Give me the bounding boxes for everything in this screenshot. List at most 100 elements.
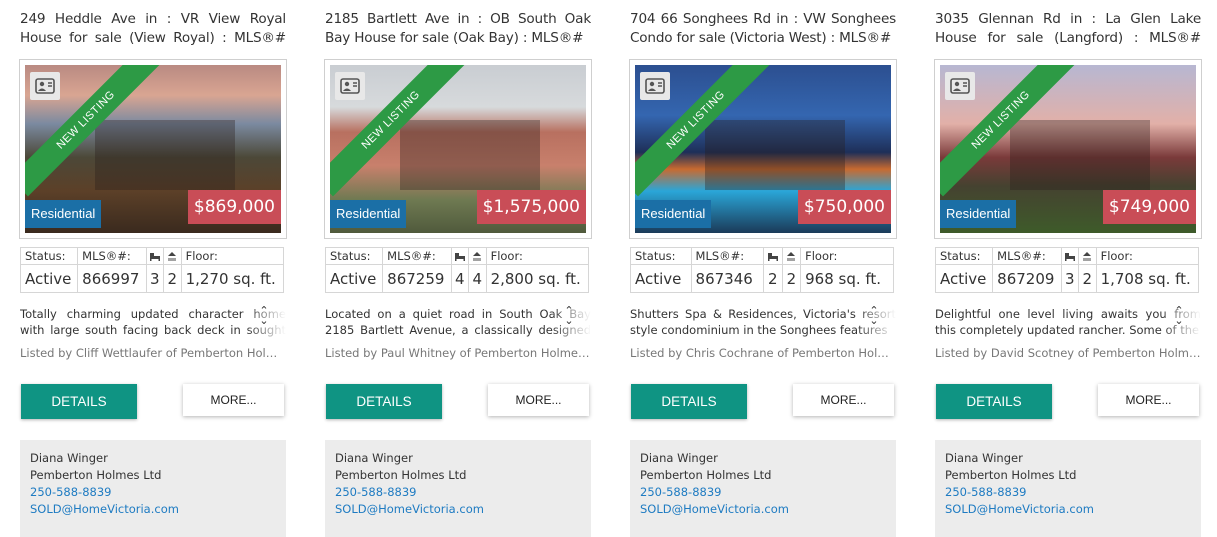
contact-email-link[interactable]: SOLD@HomeVictoria.com [945, 501, 1191, 518]
listing-photo-frame[interactable]: NEW LISTING Residential $750,000 [629, 59, 897, 239]
shower-icon [781, 247, 802, 265]
contact-name: Diana Winger [945, 451, 1023, 465]
floor-header: Floor: [180, 247, 285, 265]
expand-collapse-icon[interactable]: ⌃ ⌄ [562, 305, 576, 332]
property-type-badge: Residential [940, 200, 1017, 228]
contact-phone-link[interactable]: 250-588-8839 [30, 484, 276, 501]
listing-agent: Listed by Cliff Wettlaufer of Pemberton … [20, 346, 286, 360]
more-button[interactable]: MORE... [1098, 384, 1199, 416]
contact-box: Diana Winger Pemberton Holmes Ltd 250-58… [630, 440, 896, 537]
mls-value: 867346 [690, 264, 764, 293]
contact-phone-link[interactable]: 250-588-8839 [335, 484, 581, 501]
expand-collapse-icon[interactable]: ⌃ ⌄ [867, 305, 881, 332]
mls-header: MLS®#: [690, 247, 764, 265]
shower-icon [468, 247, 487, 265]
photo-subject [1010, 120, 1150, 190]
shower-icon [1078, 247, 1097, 265]
details-button[interactable]: DETAILS [21, 384, 137, 419]
mls-header: MLS®#: [992, 247, 1062, 265]
virtual-tour-icon[interactable] [640, 72, 670, 100]
baths-value: 2 [781, 264, 802, 293]
price-badge: $749,000 [1102, 190, 1196, 224]
virtual-tour-icon[interactable] [945, 72, 975, 100]
mls-header: MLS®#: [77, 247, 147, 265]
contact-email-link[interactable]: SOLD@HomeVictoria.com [30, 501, 276, 518]
details-button[interactable]: DETAILS [936, 384, 1052, 419]
contact-box: Diana Winger Pemberton Holmes Ltd 250-58… [935, 440, 1201, 537]
expand-collapse-icon[interactable]: ⌃ ⌄ [1172, 305, 1186, 332]
details-button[interactable]: DETAILS [631, 384, 747, 419]
more-button[interactable]: MORE... [183, 384, 284, 416]
status-header: Status: [934, 247, 994, 265]
bed-icon [762, 247, 783, 265]
status-header: Status: [324, 247, 384, 265]
listing-photo[interactable]: NEW LISTING Residential $869,000 [25, 65, 281, 233]
contact-phone-link[interactable]: 250-588-8839 [640, 484, 886, 501]
virtual-tour-icon[interactable] [335, 72, 365, 100]
property-type-badge: Residential [635, 200, 712, 228]
listing-photo-frame[interactable]: NEW LISTING Residential $1,575,000 [324, 59, 592, 239]
listing-agent: Listed by David Scotney of Pemberton Hol… [935, 346, 1201, 360]
beds-value: 3 [1060, 264, 1080, 293]
mls-header: MLS®#: [382, 247, 452, 265]
listings-grid: 249 Heddle Ave in : VR View Royal House … [0, 0, 1217, 537]
photo-subject [400, 120, 540, 190]
details-button[interactable]: DETAILS [326, 384, 442, 419]
beds-value: 2 [762, 264, 783, 293]
floor-value: 1,270 sq. ft. [180, 264, 285, 293]
listing-agent: Listed by Chris Cochrane of Pemberton Ho… [630, 346, 896, 360]
bed-icon [450, 247, 470, 265]
contact-company: Pemberton Holmes Ltd [335, 468, 467, 482]
virtual-tour-icon[interactable] [30, 72, 60, 100]
contact-email-link[interactable]: SOLD@HomeVictoria.com [335, 501, 581, 518]
floor-header: Floor: [800, 247, 894, 265]
contact-name: Diana Winger [640, 451, 718, 465]
more-button[interactable]: MORE... [793, 384, 894, 416]
floor-value: 2,800 sq. ft. [485, 264, 590, 293]
listing-title[interactable]: 704 66 Songhees Rd in : VW Songhees Cond… [630, 10, 896, 48]
price-badge: $1,575,000 [476, 190, 586, 224]
status-header: Status: [19, 247, 79, 265]
listing-title[interactable]: 3035 Glennan Rd in : La Glen Lake House … [935, 10, 1201, 48]
baths-value: 2 [163, 264, 182, 293]
contact-company: Pemberton Holmes Ltd [945, 468, 1077, 482]
listing-photo[interactable]: NEW LISTING Residential $1,575,000 [330, 65, 586, 233]
beds-value: 4 [450, 264, 470, 293]
expand-collapse-icon[interactable]: ⌃ ⌄ [257, 305, 271, 332]
contact-email-link[interactable]: SOLD@HomeVictoria.com [640, 501, 886, 518]
photo-subject [705, 120, 845, 190]
status-header: Status: [630, 247, 692, 265]
price-badge: $869,000 [187, 190, 281, 224]
listing-agent: Listed by Paul Whitney of Pemberton Holm… [325, 346, 591, 360]
beds-value: 3 [145, 264, 165, 293]
listing-photo-frame[interactable]: NEW LISTING Residential $749,000 [934, 59, 1202, 239]
contact-company: Pemberton Holmes Ltd [640, 468, 772, 482]
listing-title[interactable]: 249 Heddle Ave in : VR View Royal House … [20, 10, 286, 48]
status-value: Active [630, 264, 692, 293]
contact-box: Diana Winger Pemberton Holmes Ltd 250-58… [325, 440, 591, 537]
floor-header: Floor: [485, 247, 590, 265]
listing-stats-table: Status: MLS®#: Floor: Active 867209 3 2 … [934, 247, 1200, 293]
listing-photo-frame[interactable]: NEW LISTING Residential $869,000 [19, 59, 287, 239]
listing-stats-table: Status: MLS®#: Floor: Active 867346 2 2 … [630, 247, 894, 293]
mls-value: 867259 [382, 264, 452, 293]
shower-icon [163, 247, 182, 265]
listing-stats-table: Status: MLS®#: Floor: Active 866997 3 2 … [19, 247, 285, 293]
bed-icon [145, 247, 165, 265]
mls-value: 866997 [77, 264, 147, 293]
bed-icon [1060, 247, 1080, 265]
contact-name: Diana Winger [335, 451, 413, 465]
photo-subject [95, 120, 235, 190]
contact-phone-link[interactable]: 250-588-8839 [945, 484, 1191, 501]
mls-value: 867209 [992, 264, 1062, 293]
status-value: Active [324, 264, 384, 293]
more-button[interactable]: MORE... [488, 384, 589, 416]
property-type-badge: Residential [25, 200, 102, 228]
baths-value: 4 [468, 264, 487, 293]
listing-photo[interactable]: NEW LISTING Residential $749,000 [940, 65, 1196, 233]
floor-value: 968 sq. ft. [800, 264, 894, 293]
baths-value: 2 [1078, 264, 1097, 293]
status-value: Active [19, 264, 79, 293]
listing-title[interactable]: 2185 Bartlett Ave in : OB South Oak Bay … [325, 10, 591, 48]
listing-photo[interactable]: NEW LISTING Residential $750,000 [635, 65, 891, 233]
